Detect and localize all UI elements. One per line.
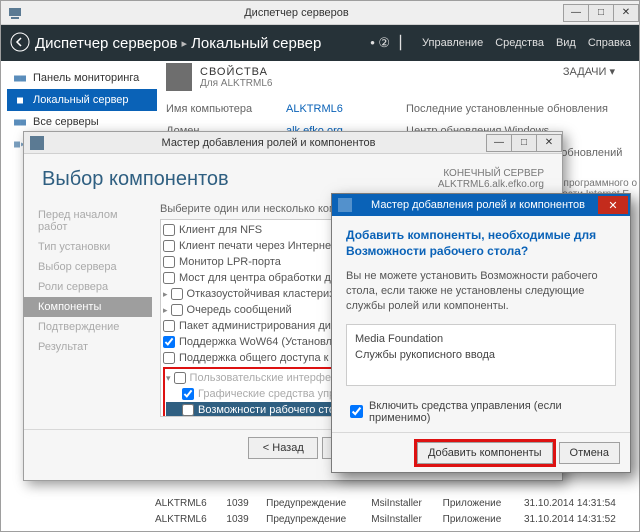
dialog-close-button[interactable]: ✕	[598, 196, 628, 214]
refresh-icon[interactable]: • ②	[370, 35, 390, 51]
minimize-button[interactable]: —	[563, 4, 589, 22]
feature-checkbox[interactable]	[163, 320, 175, 332]
wizard1-maximize-button[interactable]: □	[511, 134, 537, 152]
close-button[interactable]: ✕	[613, 4, 639, 22]
wizard-steps: Перед началом работ Тип установки Выбор …	[24, 199, 152, 429]
feature-checkbox[interactable]	[182, 388, 194, 400]
wizard1-title: Мастер добавления ролей и компонентов	[50, 137, 487, 149]
flag-icon[interactable]: ▏	[400, 35, 410, 51]
feature-checkbox-desktop-exp[interactable]	[182, 404, 194, 416]
menu-help[interactable]: Справка	[588, 37, 631, 49]
log-log: Приложение	[443, 514, 514, 525]
feature-checkbox[interactable]	[174, 372, 186, 384]
nav-dashboard[interactable]: ■■Панель мониторинга	[7, 67, 157, 89]
include-mgmt-tools-label: Включить средства управления (если приме…	[369, 400, 616, 424]
feature-label: Монитор LPR-порта	[179, 256, 281, 268]
server-icon	[166, 63, 192, 91]
nav-all-servers[interactable]: ■■Все серверы	[7, 111, 157, 133]
wizard1-minimize-button[interactable]: —	[486, 134, 512, 152]
nav-local-server[interactable]: ■Локальный сервер	[7, 89, 157, 111]
feature-checkbox[interactable]	[163, 224, 175, 236]
wizard1-heading: Выбор компонентов	[42, 168, 229, 191]
feature-checkbox[interactable]	[163, 352, 175, 364]
end-server-value: ALKTRML6.alk.efko.org	[438, 179, 544, 190]
include-mgmt-tools-checkbox[interactable]	[350, 405, 363, 418]
required-item: Службы рукописного ввода	[355, 347, 607, 363]
menu-tools[interactable]: Средства	[495, 37, 544, 49]
properties-heading: СВОЙСТВА	[200, 66, 273, 78]
breadcrumb-current[interactable]: Локальный сервер	[191, 35, 321, 52]
last-updates-label: Последние установленные обновления	[406, 103, 608, 115]
feature-checkbox[interactable]	[163, 272, 175, 284]
step-select[interactable]: Выбор сервера	[24, 257, 152, 277]
feature-label-desktop-exp: Возможности рабочего стола	[198, 404, 347, 416]
end-server-label: КОНЕЧНЫЙ СЕРВЕР	[438, 168, 544, 179]
nav-dashboard-label: Панель мониторинга	[33, 72, 139, 84]
add-components-button[interactable]: Добавить компоненты	[417, 442, 553, 464]
log-server: ALKTRML6	[155, 514, 216, 525]
log-source: MsiInstaller	[371, 498, 432, 509]
maximize-button[interactable]: □	[588, 4, 614, 22]
feature-checkbox[interactable]	[163, 256, 175, 268]
server-manager-window: Диспетчер серверов — □ ✕ Диспетчер серве…	[0, 0, 640, 532]
outer-titlebar: Диспетчер серверов — □ ✕	[1, 1, 639, 25]
computer-name-label: Имя компьютера	[166, 103, 286, 115]
properties-for: Для ALKTRML6	[200, 78, 273, 89]
step-roles[interactable]: Роли сервера	[24, 277, 152, 297]
dialog-footer: Добавить компоненты Отмена	[332, 432, 630, 472]
log-time: 31.10.2014 14:31:52	[524, 514, 633, 525]
menu-view[interactable]: Вид	[556, 37, 576, 49]
back-icon[interactable]	[9, 31, 31, 56]
log-level: Предупреждение	[266, 498, 361, 509]
log-row[interactable]: ALKTRML6 1039 Предупреждение MsiInstalle…	[155, 511, 633, 527]
feature-checkbox[interactable]	[163, 336, 175, 348]
wizard1-titlebar: Мастер добавления ролей и компонентов — …	[24, 132, 562, 154]
window-controls: — □ ✕	[564, 4, 639, 22]
wizard-icon	[30, 136, 44, 150]
step-features[interactable]: Компоненты	[24, 297, 152, 317]
dialog-cancel-button[interactable]: Отмена	[559, 442, 620, 464]
dialog-question: Добавить компоненты, необходимые для Воз…	[346, 228, 616, 259]
chevron-right-icon: ▸	[182, 37, 188, 50]
nav-all-label: Все серверы	[33, 116, 99, 128]
feature-checkbox[interactable]	[171, 288, 183, 300]
add-components-dialog: Мастер добавления ролей и компонентов ✕ …	[331, 193, 631, 473]
feature-checkbox[interactable]	[171, 304, 183, 316]
log-row[interactable]: ALKTRML6 1039 Предупреждение MsiInstalle…	[155, 495, 633, 511]
computer-name-value[interactable]: ALKTRML6	[286, 103, 406, 115]
app-icon	[7, 5, 23, 21]
step-type[interactable]: Тип установки	[24, 237, 152, 257]
dialog-description: Вы не можете установить Возможности рабо…	[346, 269, 616, 314]
window-title: Диспетчер серверов	[29, 7, 564, 19]
event-log: ALKTRML6 1039 Предупреждение MsiInstalle…	[155, 495, 633, 527]
step-before[interactable]: Перед началом работ	[24, 205, 152, 237]
menu-manage[interactable]: Управление	[422, 37, 483, 49]
step-result[interactable]: Результат	[24, 337, 152, 357]
log-time: 31.10.2014 14:31:54	[524, 498, 633, 509]
required-item: Media Foundation	[355, 331, 607, 347]
feature-label: Клиент для NFS	[179, 224, 262, 236]
feature-checkbox[interactable]	[163, 240, 175, 252]
breadcrumb-root[interactable]: Диспетчер серверов	[35, 35, 178, 52]
log-log: Приложение	[443, 498, 514, 509]
required-components-list: Media Foundation Службы рукописного ввод…	[346, 324, 616, 386]
log-source: MsiInstaller	[371, 514, 432, 525]
tasks-dropdown[interactable]: ЗАДАЧИ ▾	[563, 65, 615, 78]
step-confirm[interactable]: Подтверждение	[24, 317, 152, 337]
feature-label: Очередь сообщений	[187, 304, 292, 316]
log-id: 1039	[226, 514, 256, 525]
wizard1-close-button[interactable]: ✕	[536, 134, 562, 152]
log-level: Предупреждение	[266, 514, 361, 525]
feature-label: Клиент печати через Интернет	[179, 240, 336, 252]
log-server: ALKTRML6	[155, 498, 216, 509]
dialog-title: Мастер добавления ролей и компонентов	[358, 199, 598, 211]
menubar: Диспетчер серверов ▸ Локальный сервер • …	[1, 25, 639, 61]
nav-local-label: Локальный сервер	[33, 94, 129, 106]
dialog-titlebar: Мастер добавления ролей и компонентов ✕	[332, 194, 630, 216]
back-button[interactable]: < Назад	[248, 437, 318, 459]
dialog-icon	[338, 198, 352, 212]
log-id: 1039	[226, 498, 256, 509]
feature-label: Поддержка WoW64 (Установлено)	[179, 336, 354, 348]
